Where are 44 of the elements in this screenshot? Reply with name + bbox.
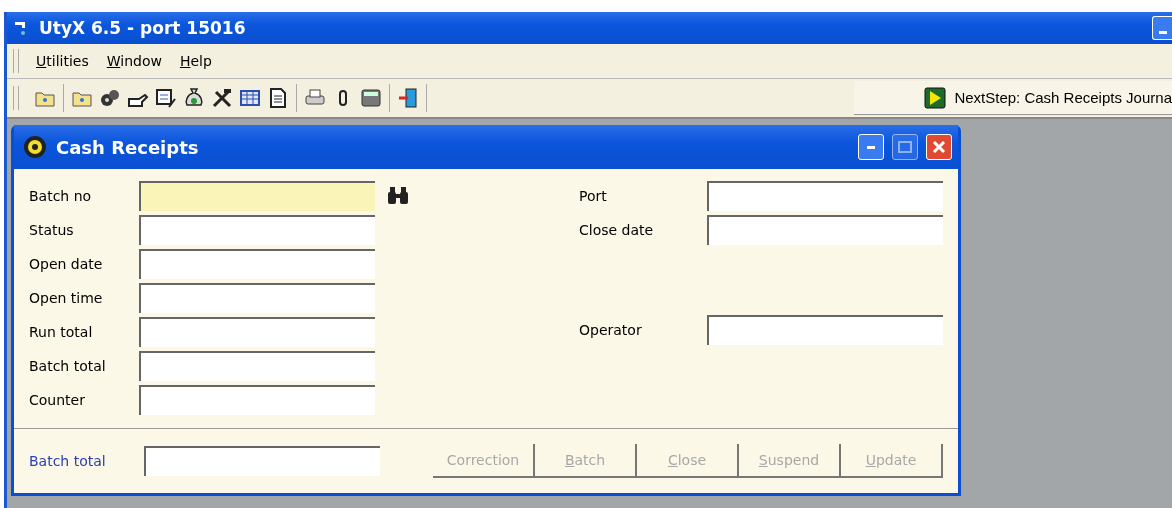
minimize-button[interactable]: [858, 134, 884, 160]
text-field[interactable]: [139, 215, 375, 245]
field-label: Status: [29, 222, 75, 238]
text-field[interactable]: [139, 385, 375, 415]
minimize-button[interactable]: [1152, 16, 1172, 40]
binoculars-icon: [387, 186, 409, 206]
text-field[interactable]: [144, 446, 380, 476]
close-button[interactable]: [926, 134, 952, 160]
play-icon: [924, 86, 947, 109]
text-field[interactable]: [707, 181, 943, 211]
text-field[interactable]: [139, 181, 375, 211]
next-step-button[interactable]: NextStep: Cash Receipts Journa: [854, 81, 1172, 115]
field-label: Operator: [579, 322, 643, 338]
text-field[interactable]: [139, 317, 375, 347]
field-label: Batch no: [29, 188, 93, 204]
maximize-icon: [898, 141, 912, 153]
field-label: Batch total: [29, 358, 107, 374]
text-field[interactable]: [707, 315, 943, 345]
field-label: Close date: [579, 222, 655, 238]
text-field[interactable]: [139, 249, 375, 279]
menu-item[interactable]: Window: [97, 53, 171, 69]
close-icon: [932, 140, 946, 154]
window-title: UtyX 6.5 - port 15016: [39, 18, 247, 38]
text-field[interactable]: [139, 283, 375, 313]
menu-item[interactable]: Help: [170, 53, 221, 69]
field-label: Counter: [29, 392, 86, 408]
money-bag-icon: [183, 87, 205, 109]
field-label: Run total: [29, 324, 94, 340]
minimize-icon: [1158, 31, 1167, 34]
table-icon: [239, 87, 261, 109]
field-label: Open time: [29, 290, 104, 306]
field-label: Batch total: [29, 453, 107, 469]
text-field[interactable]: [139, 351, 375, 381]
document-icon: [267, 87, 289, 109]
maximize-button[interactable]: [892, 134, 918, 160]
exit-door-icon: [397, 87, 419, 109]
calculator-icon: [360, 87, 382, 109]
menu-item[interactable]: Utilities: [27, 53, 98, 69]
field-label: Open date: [29, 256, 104, 272]
minimize-icon: [867, 145, 875, 149]
text-field[interactable]: [707, 215, 943, 245]
dialog-title: Cash Receipts: [56, 136, 200, 158]
form-icon: [155, 87, 177, 109]
field-label: Port: [579, 188, 608, 204]
